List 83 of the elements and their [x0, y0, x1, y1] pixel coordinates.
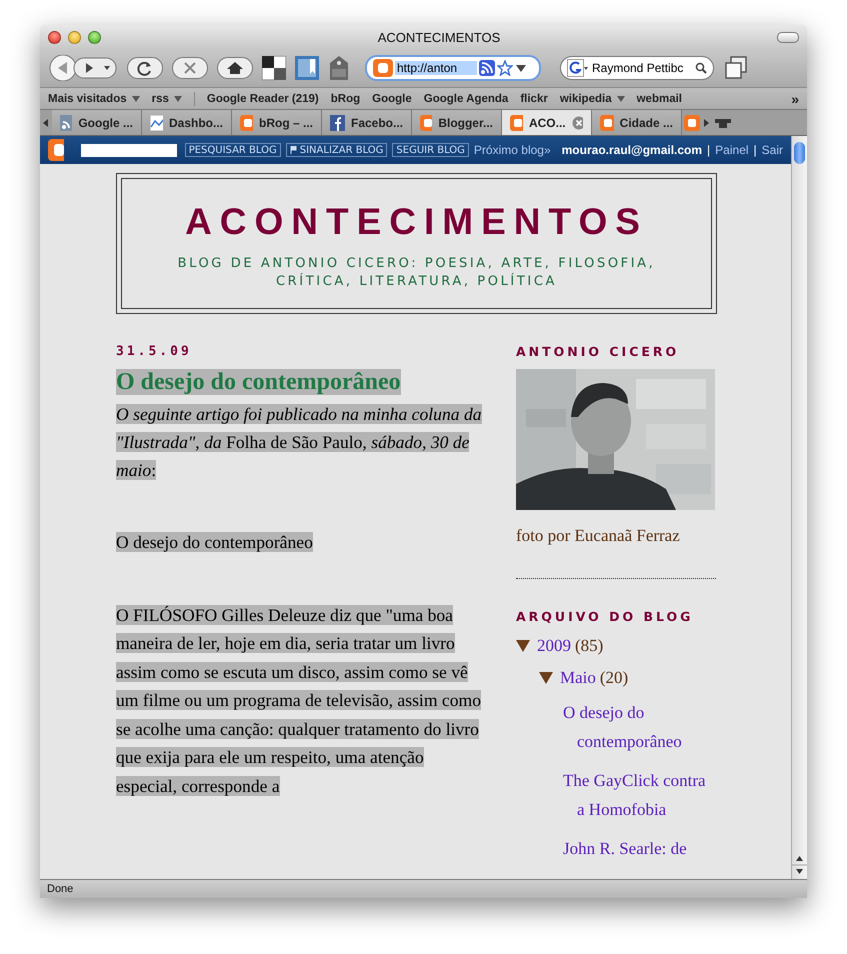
- bookmark-item[interactable]: webmail: [636, 92, 682, 104]
- star-icon[interactable]: [497, 60, 513, 76]
- separator: |: [707, 143, 710, 157]
- browser-tab[interactable]: Google ...: [52, 110, 142, 135]
- bookmark-icon[interactable]: [295, 56, 319, 80]
- sidebar-heading: ANTONIO CICERO: [516, 344, 680, 359]
- search-field[interactable]: Raymond Pettibc: [560, 56, 714, 80]
- post-paragraph: O desejo do contemporâneo: [116, 531, 314, 554]
- status-text: Done: [47, 883, 74, 895]
- search-icon[interactable]: [695, 62, 707, 74]
- post-count: (85): [575, 636, 604, 656]
- bookmark-item[interactable]: rss: [152, 92, 182, 104]
- bookmark-item[interactable]: wikipedia: [560, 92, 625, 104]
- blogger-icon: [600, 114, 614, 130]
- blog-search-field[interactable]: [80, 144, 177, 156]
- archive-link[interactable]: 2009: [537, 636, 571, 656]
- browser-tab[interactable]: ACO...: [502, 110, 592, 135]
- zoom-icon[interactable]: [88, 30, 101, 44]
- blogger-icon: [373, 59, 393, 77]
- bookmark-item[interactable]: Google Reader (219): [206, 92, 319, 104]
- overflow-chevron[interactable]: »: [791, 90, 799, 106]
- post-date: 31.5.09: [116, 344, 193, 359]
- browser-tab[interactable]: Facebo...: [322, 110, 412, 135]
- blogger-icon: [420, 114, 432, 130]
- browser-tab[interactable]: Dashbo...: [142, 110, 232, 135]
- grid-icon[interactable]: [262, 56, 286, 80]
- blog-title[interactable]: ACONTECIMENTOS: [122, 201, 711, 243]
- caret-icon: [132, 96, 140, 102]
- tag-icon[interactable]: [328, 55, 350, 81]
- home-icon[interactable]: [217, 57, 253, 79]
- reload-icon[interactable]: [127, 57, 163, 79]
- disclosure-triangle-icon[interactable]: [539, 671, 553, 685]
- browser-tab[interactable]: Blogger...: [412, 110, 502, 135]
- blogger-icon[interactable]: [684, 114, 700, 130]
- bookmark-item[interactable]: Google: [372, 92, 412, 104]
- navbar-button[interactable]: SEGUIR BLOG: [392, 143, 469, 157]
- bookmark-item[interactable]: Google Agenda: [424, 92, 508, 104]
- windows-icon[interactable]: [723, 55, 749, 81]
- archive-link[interactable]: Maio: [560, 668, 596, 688]
- bookmark-item[interactable]: flickr: [520, 92, 548, 104]
- scroll-thumb[interactable]: [794, 142, 805, 164]
- navbar-button[interactable]: PESQUISAR BLOG: [184, 143, 281, 157]
- chart-icon: [150, 114, 163, 130]
- close-icon[interactable]: [48, 30, 61, 44]
- navbar-button[interactable]: SINALIZAR BLOG: [286, 143, 388, 157]
- photo-caption: foto por Eucanaã Ferraz: [516, 526, 681, 546]
- sidebar-heading: ARQUIVO DO BLOG: [516, 609, 694, 624]
- archive-post-link[interactable]: The GayClick contra a Homofobia: [563, 766, 716, 824]
- separator: |: [754, 143, 757, 157]
- google-icon: [567, 59, 589, 77]
- blogger-icon: [240, 114, 253, 130]
- user-email: mourao.raul@gmail.com: [562, 143, 702, 157]
- address-field[interactable]: http://anton: [365, 55, 541, 81]
- archive-post-link[interactable]: John R. Searle: de: [563, 834, 716, 863]
- feed-icon: [60, 114, 72, 130]
- dropdown-icon[interactable]: [515, 63, 527, 73]
- caret-icon: [616, 96, 625, 102]
- bookmark-item[interactable]: Mais visitados: [48, 92, 140, 104]
- blogger-logo-icon[interactable]: [48, 139, 64, 161]
- toolbar-toggle-icon[interactable]: [777, 32, 799, 42]
- post-intro: O seguinte artigo foi publicado na minha coluna da "Ilustrada", da Folha de São Paulo, sábado, 30 de maio:: [116, 403, 482, 482]
- window-title: ACONTECIMENTOS: [376, 30, 502, 44]
- minimize-icon[interactable]: [68, 30, 81, 44]
- navbar-link[interactable]: Sair: [762, 143, 783, 157]
- blogger-icon: [510, 114, 523, 130]
- back-forward-control[interactable]: [48, 55, 118, 81]
- stop-icon[interactable]: [172, 57, 208, 79]
- browser-tab[interactable]: bRog – ...: [232, 110, 322, 135]
- post-count: (20): [600, 668, 628, 688]
- next-blog-link[interactable]: Próximo blog»: [474, 143, 551, 157]
- blog-description: BLOG DE ANTONIO CICERO: POESIA, ARTE, FILOSOFIA, CRÍTICA, LITERATURA, POLÍTICA: [176, 255, 656, 291]
- rss-icon[interactable]: [479, 60, 495, 76]
- caret-icon: [174, 96, 182, 102]
- browser-tab[interactable]: Cidade ...: [592, 110, 682, 135]
- disclosure-triangle-icon[interactable]: [516, 639, 530, 653]
- archive-post-link[interactable]: O desejo do contemporâneo: [563, 698, 716, 756]
- navbar-link[interactable]: Painel: [715, 143, 749, 157]
- flag-icon: [290, 146, 297, 154]
- scrollbar[interactable]: [791, 136, 807, 879]
- post-paragraph: O FILÓSOFO Gilles Deleuze diz que "uma boa maneira de ler, hoje em dia, seria tratar um livro assim como se escuta um disco, assim como se vê um filme ou um programa de televisão, assim como se acolhe uma canção: qualquer tratamento do livro que exija para ele um respeito, uma atenção especial, corresponde a: [116, 604, 482, 798]
- bookmark-item[interactable]: bRog: [330, 92, 360, 104]
- close-tab-icon[interactable]: [572, 116, 583, 130]
- facebook-icon: [330, 114, 345, 130]
